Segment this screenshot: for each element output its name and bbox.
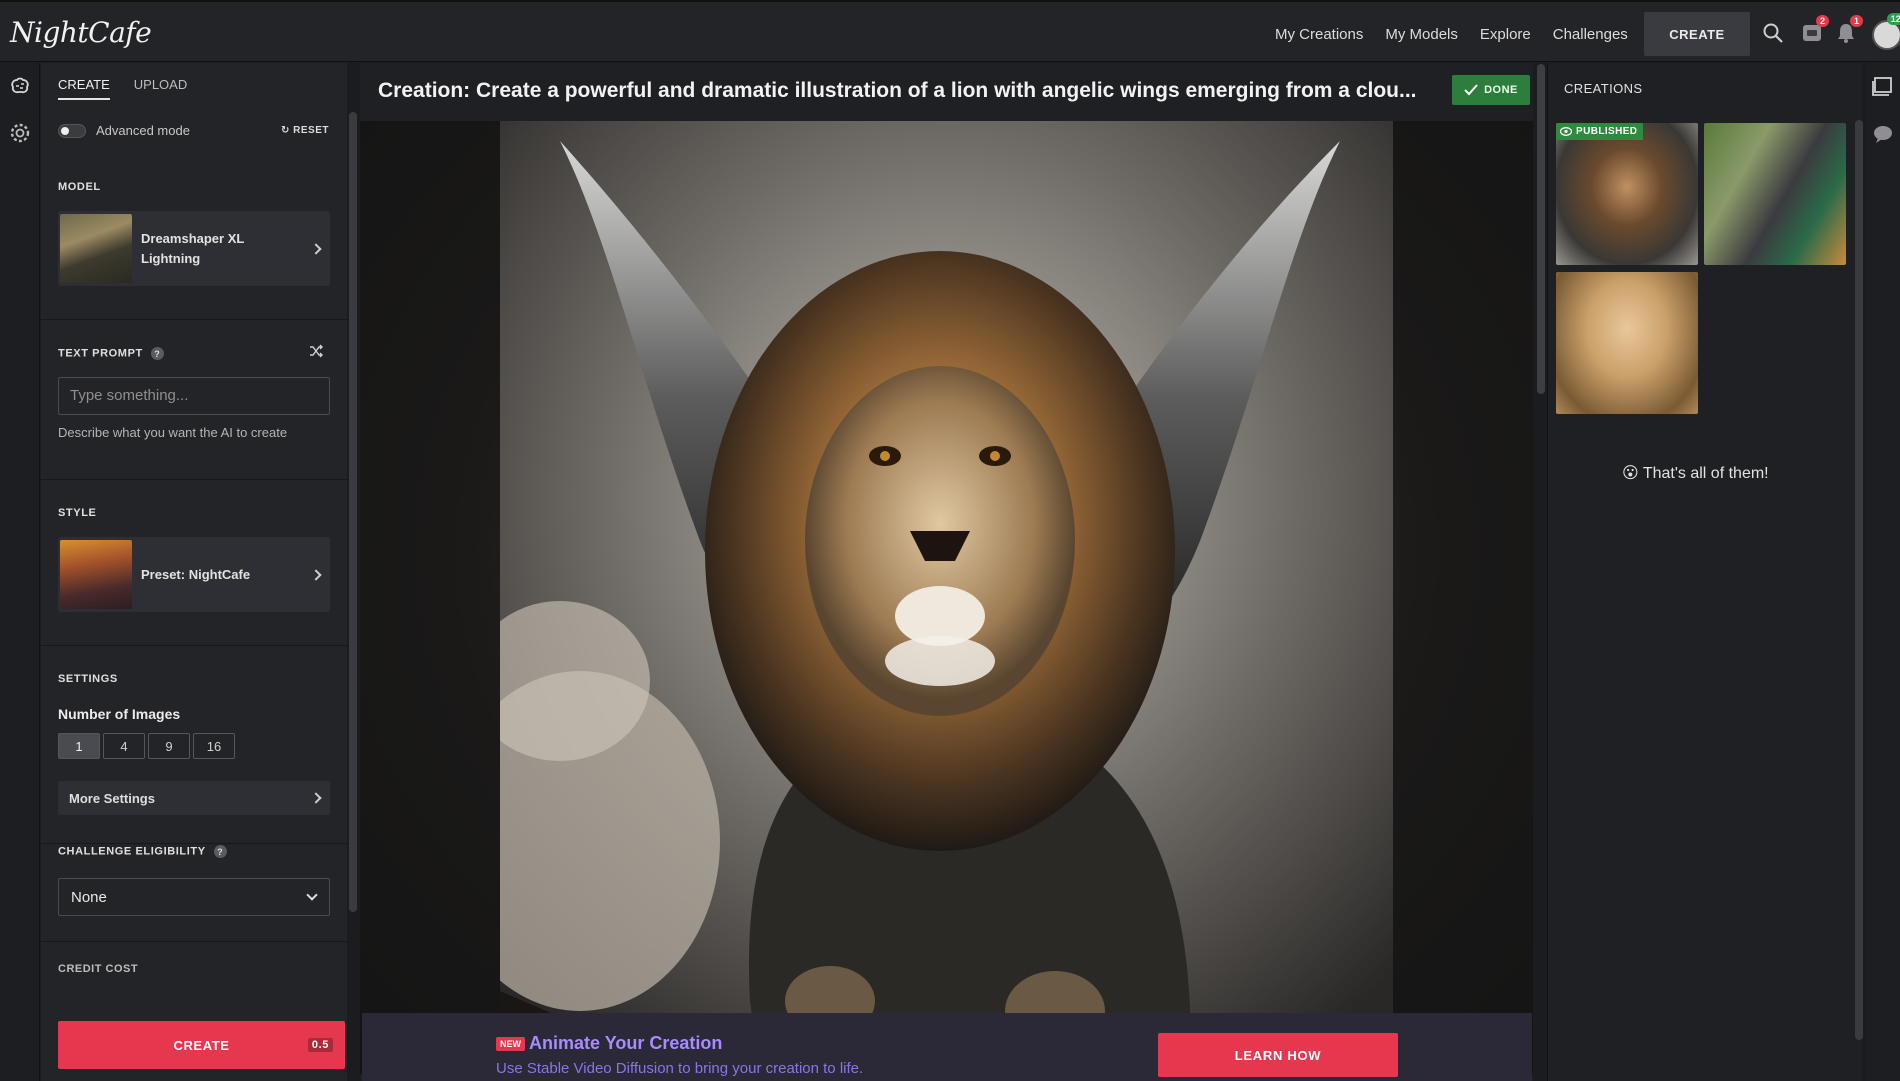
- create-button[interactable]: CREATE 0.5: [58, 1021, 345, 1069]
- style-name: Preset: NightCafe: [141, 566, 251, 582]
- creation-title: Creation: Create a powerful and dramatic…: [378, 79, 1417, 102]
- chat-icon[interactable]: [1872, 123, 1894, 150]
- nav-explore[interactable]: Explore: [1480, 26, 1531, 43]
- shuffle-icon[interactable]: [309, 344, 323, 363]
- notification-badge: 1: [1849, 15, 1863, 27]
- gallery-badge: 2: [1815, 15, 1829, 27]
- creations-panel: CREATIONS PUBLISHED 😮 That's all of them…: [1547, 63, 1862, 1081]
- num-images-option[interactable]: 1: [58, 733, 100, 759]
- advanced-mode: Advanced mode: [58, 123, 190, 138]
- num-images-label: Number of Images: [58, 706, 181, 722]
- done-status: DONE: [1452, 75, 1530, 105]
- reset-label: RESET: [293, 125, 329, 136]
- search-icon[interactable]: [1762, 22, 1784, 44]
- banner-subtitle: Use Stable Video Diffusion to bring your…: [496, 1060, 864, 1077]
- right-scrollbar[interactable]: [1855, 120, 1863, 1040]
- end-of-list-message: 😮 That's all of them!: [1622, 465, 1769, 482]
- images-icon[interactable]: [1872, 75, 1894, 102]
- main-nav: My Creations My Models Explore Challenge…: [1275, 26, 1628, 43]
- create-panel: CREATE UPLOAD Advanced mode ↻ RESET MODE…: [41, 63, 357, 1081]
- challenge-eligibility-label: CHALLENGE ELIGIBILITY?: [58, 845, 227, 858]
- check-icon: [1464, 84, 1478, 96]
- num-images-option[interactable]: 9: [148, 733, 190, 759]
- more-settings-label: More Settings: [69, 791, 155, 806]
- refresh-icon: ↻: [280, 125, 294, 136]
- help-icon[interactable]: ?: [213, 845, 227, 858]
- model-thumbnail: [60, 214, 132, 283]
- done-label: DONE: [1484, 84, 1518, 96]
- settings-label: SETTINGS: [58, 673, 118, 685]
- chevron-right-icon: [310, 242, 322, 255]
- banner-title: NEW Animate Your Creation: [496, 1033, 722, 1054]
- nightcafe-logo[interactable]: NightCafe: [10, 16, 152, 49]
- prompt-help-text: Describe what you want the AI to create: [58, 425, 288, 440]
- nav-challenges[interactable]: Challenges: [1553, 26, 1628, 43]
- style-thumbnail: [60, 540, 132, 609]
- chevron-right-icon: [310, 792, 322, 804]
- model-selector[interactable]: Dreamshaper XL Lightning: [58, 211, 330, 286]
- chevron-right-icon: [310, 568, 322, 581]
- challenge-value: None: [71, 889, 107, 906]
- avatar-badge: 12+: [1886, 13, 1900, 25]
- top-create-button[interactable]: CREATE: [1644, 12, 1750, 56]
- help-icon[interactable]: ?: [150, 347, 164, 360]
- credit-cost-badge: 0.5: [307, 1038, 333, 1052]
- new-tag: NEW: [496, 1037, 525, 1052]
- eye-icon: [1560, 127, 1572, 136]
- advanced-mode-label: Advanced mode: [96, 123, 190, 138]
- credit-cost-label: CREDIT COST: [58, 963, 139, 975]
- left-scrollbar[interactable]: [349, 112, 357, 912]
- creation-view: Creation: Create a powerful and dramatic…: [360, 63, 1533, 1081]
- gallery-icon[interactable]: 2: [1801, 15, 1829, 44]
- num-images-option[interactable]: 16: [193, 733, 235, 759]
- main-scrollbar[interactable]: [1537, 64, 1545, 394]
- user-avatar[interactable]: 12+: [1872, 13, 1900, 50]
- creation-thumbnail[interactable]: [1704, 123, 1846, 265]
- more-settings-button[interactable]: More Settings: [58, 781, 330, 815]
- top-bar: NightCafe My Creations My Models Explore…: [0, 0, 1900, 62]
- panel-tabs: CREATE UPLOAD: [58, 77, 187, 100]
- style-label: STYLE: [58, 507, 97, 519]
- advanced-mode-toggle[interactable]: [58, 123, 86, 138]
- creation-thumbnail[interactable]: PUBLISHED: [1556, 123, 1698, 265]
- creations-header: CREATIONS: [1564, 81, 1643, 96]
- far-right-rail: [1866, 63, 1900, 1081]
- create-label: CREATE: [173, 1037, 230, 1053]
- brain-icon[interactable]: [8, 75, 32, 99]
- style-selector[interactable]: Preset: NightCafe: [58, 537, 330, 612]
- model-name: Dreamshaper XL Lightning: [141, 230, 245, 266]
- challenge-select[interactable]: None: [58, 878, 330, 916]
- reset-button[interactable]: ↻ RESET: [281, 125, 329, 136]
- num-images-option[interactable]: 4: [103, 733, 145, 759]
- left-rail: [0, 63, 40, 1081]
- nav-my-models[interactable]: My Models: [1385, 26, 1458, 43]
- creation-thumbnail[interactable]: [1556, 272, 1698, 414]
- tab-create[interactable]: CREATE: [58, 77, 110, 100]
- num-images-selector: 1 4 9 16: [58, 733, 235, 759]
- chevron-down-icon: [306, 889, 318, 901]
- learn-how-button[interactable]: LEARN HOW: [1158, 1033, 1398, 1077]
- model-label: MODEL: [58, 181, 101, 193]
- bell-icon[interactable]: 1: [1835, 15, 1863, 44]
- prompt-input[interactable]: Type something...: [58, 377, 330, 415]
- tab-upload[interactable]: UPLOAD: [134, 77, 187, 100]
- image-stage: [360, 121, 1533, 1074]
- published-badge: PUBLISHED: [1556, 123, 1644, 140]
- nav-my-creations[interactable]: My Creations: [1275, 26, 1363, 43]
- gear-icon[interactable]: [8, 121, 32, 145]
- creation-image[interactable]: [500, 121, 1393, 1074]
- text-prompt-label: TEXT PROMPT?: [58, 347, 164, 360]
